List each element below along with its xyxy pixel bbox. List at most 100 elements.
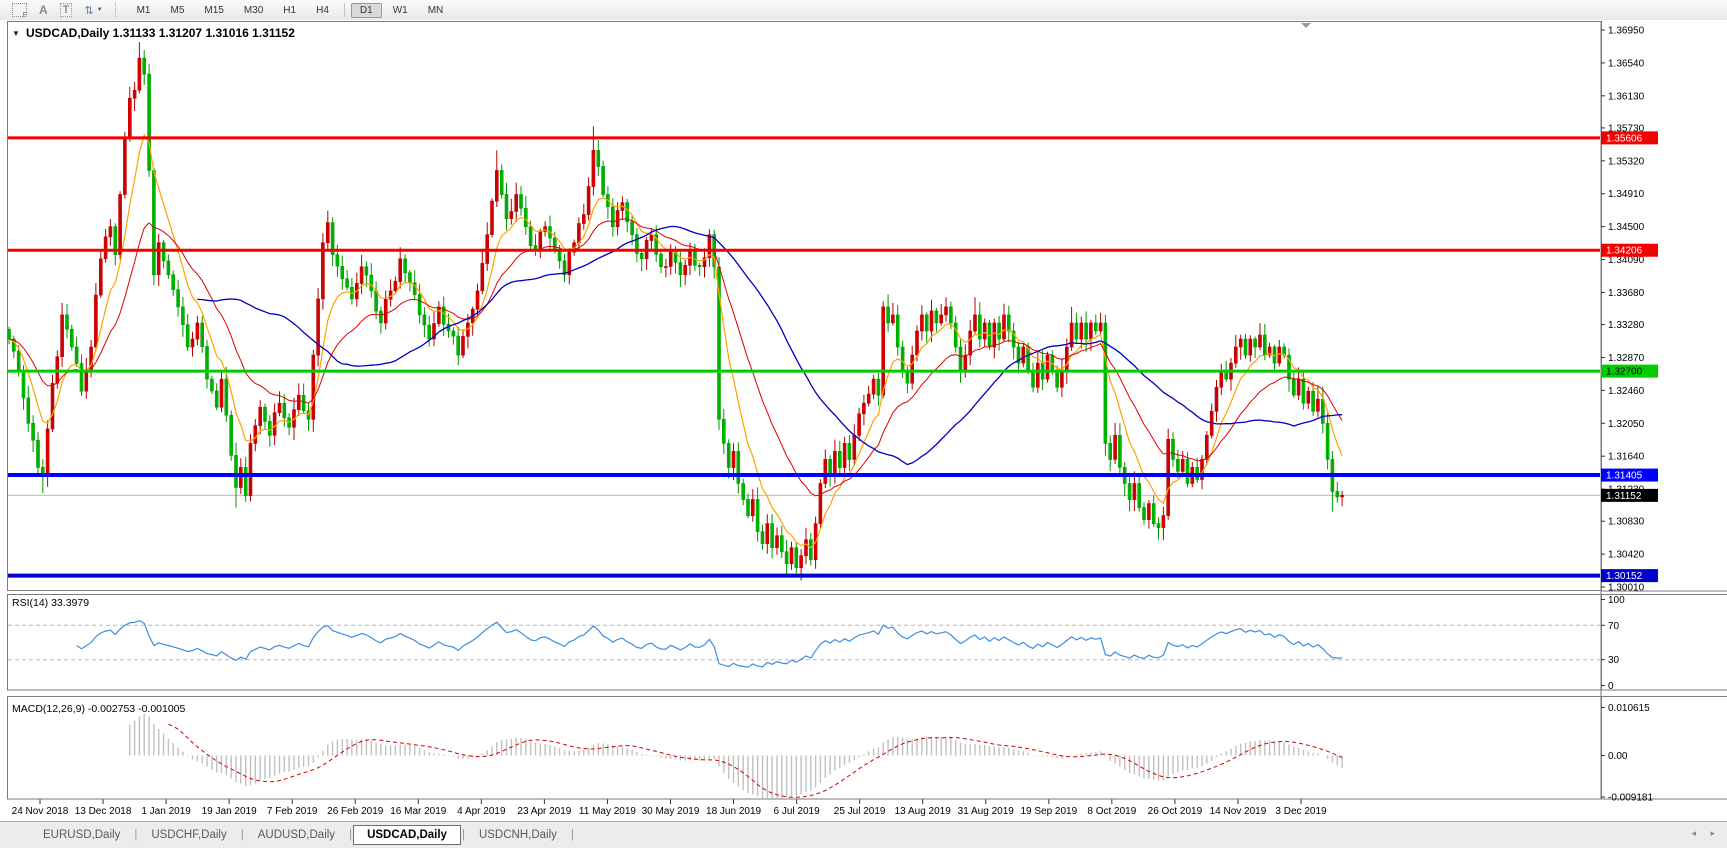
svg-text:1.31405: 1.31405: [1606, 471, 1643, 482]
price-plate-1.31405: 1.31405: [1601, 468, 1658, 482]
price-plate-1.34206: 1.34206: [1601, 243, 1658, 257]
svg-text:1.30152: 1.30152: [1606, 571, 1643, 582]
timeframe-button-group: M1 M5 M15 M30 H1 H4 D1 W1 MN: [127, 2, 454, 18]
rsi-axis-label: 0: [1608, 681, 1614, 692]
rsi-label: RSI(14) 33.3979: [12, 597, 89, 609]
cycle-arrows-icon: ⇅: [84, 4, 94, 17]
macd-axis-label: 0.010615: [1608, 703, 1650, 714]
timeframe-group-separator: [343, 3, 345, 17]
main-pane-border: [7, 21, 1602, 591]
date-tick-label: 16 Mar 2019: [390, 806, 447, 817]
date-tick-label: 3 Dec 2019: [1275, 806, 1327, 817]
timeframe-button-h1[interactable]: H1: [274, 3, 305, 18]
tab-audusd[interactable]: AUDUSD,Daily: [245, 826, 348, 844]
letter-t-icon[interactable]: T: [59, 3, 73, 17]
price-tick-label: 1.30830: [1608, 517, 1645, 528]
macd-pane-border: [7, 696, 1602, 800]
rsi-axis-label: 70: [1608, 621, 1620, 632]
svg-text:1.35606: 1.35606: [1606, 133, 1643, 144]
date-tick-label: 13 Dec 2018: [75, 806, 132, 817]
date-tick-label: 7 Feb 2019: [267, 806, 318, 817]
date-tick-label: 19 Jan 2019: [202, 806, 257, 817]
price-tick-label: 1.36540: [1608, 58, 1645, 69]
svg-text:1.32700: 1.32700: [1606, 367, 1643, 378]
rsi-line: [76, 619, 1343, 668]
date-tick-label: 6 Jul 2019: [774, 806, 821, 817]
chart-window[interactable]: ▼ USDCAD,Daily 1.31133 1.31207 1.31016 1.…: [0, 20, 1727, 821]
price-tick-label: 1.34500: [1608, 222, 1645, 233]
scroll-position-marker-icon: [1301, 23, 1311, 28]
tab-scroll-arrows[interactable]: ◂ ▸: [1691, 828, 1721, 839]
price-plate-1.30152: 1.30152: [1601, 569, 1658, 583]
rsi-axis-label: 30: [1608, 655, 1620, 666]
price-tick-label: 1.33680: [1608, 288, 1645, 299]
tab-usdcnh[interactable]: USDCNH,Daily: [466, 826, 570, 844]
ma-slow-line: [197, 225, 1343, 466]
rsi-axis-label: 100: [1608, 595, 1625, 606]
date-tick-label: 1 Jan 2019: [141, 806, 191, 817]
price-tick-label: 1.31640: [1608, 452, 1645, 463]
cycle-arrows-button[interactable]: ⇅ ▼: [84, 4, 102, 17]
chart-tab-bar: EURUSD,Daily | USDCHF,Daily | AUDUSD,Daily | U…: [0, 821, 1727, 848]
dropdown-caret-icon: ▼: [96, 7, 103, 13]
price-axis[interactable]: 1.369501.365401.361301.357301.353201.349…: [1601, 26, 1658, 594]
tab-usdcad[interactable]: USDCAD,Daily: [353, 825, 461, 845]
date-tick-label: 31 Aug 2019: [958, 806, 1015, 817]
price-plate-1.32700: 1.32700: [1601, 364, 1658, 378]
timeframe-button-mn[interactable]: MN: [419, 3, 453, 18]
price-tick-label: 1.33280: [1608, 320, 1645, 331]
macd-axis-label: -0.009181: [1608, 793, 1653, 804]
date-tick-label: 24 Nov 2018: [12, 806, 69, 817]
timeframe-button-m1[interactable]: M1: [128, 3, 160, 18]
price-tick-label: 1.30420: [1608, 550, 1645, 561]
price-plate-1.35606: 1.35606: [1601, 131, 1658, 145]
timeframe-button-h4[interactable]: H4: [307, 3, 338, 18]
tab-eurusd[interactable]: EURUSD,Daily: [30, 826, 133, 844]
macd-label: MACD(12,26,9) -0.002753 -0.001005: [12, 703, 186, 715]
timeframe-button-m30[interactable]: M30: [235, 3, 272, 18]
price-tick-label: 1.36130: [1608, 91, 1645, 102]
date-tick-label: 19 Sep 2019: [1020, 806, 1077, 817]
rsi-pane[interactable]: RSI(14) 33.3979 100 70 30 0: [8, 595, 1625, 692]
chart-title: ▼ USDCAD,Daily 1.31133 1.31207 1.31016 1.…: [12, 26, 295, 40]
symbol-dropdown-icon[interactable]: ▼: [12, 29, 20, 38]
current-price-plate: 1.31152: [1601, 488, 1658, 502]
price-tick-label: 1.30010: [1608, 583, 1645, 594]
date-tick-label: 4 Apr 2019: [457, 806, 506, 817]
timeframe-button-d1[interactable]: D1: [350, 2, 382, 18]
price-tick-label: 1.32870: [1608, 353, 1645, 364]
top-toolbar: F A T ⇅ ▼ M1 M5 M15 M30 H1 H4 D1 W1 MN: [0, 0, 1727, 21]
timeframe-button-w1[interactable]: W1: [384, 3, 417, 18]
toolbar-separator: [114, 3, 121, 17]
price-tick-label: 1.34910: [1608, 189, 1645, 200]
date-tick-label: 25 Jul 2019: [834, 806, 886, 817]
timeframe-button-m15[interactable]: M15: [195, 3, 232, 18]
date-tick-label: 13 Aug 2019: [895, 806, 952, 817]
main-pane[interactable]: [8, 42, 1602, 581]
date-axis[interactable]: 24 Nov 2018 13 Dec 2018 1 Jan 2019 19 Jan 2…: [12, 799, 1327, 818]
date-tick-label: 26 Feb 2019: [327, 806, 384, 817]
date-tick-label: 18 Jun 2019: [706, 806, 761, 817]
period-separators-icon[interactable]: F: [12, 3, 27, 19]
tab-separator: |: [570, 829, 574, 841]
date-tick-label: 30 May 2019: [642, 806, 700, 817]
candlesticks: [8, 42, 1344, 581]
date-tick-label: 23 Apr 2019: [517, 806, 571, 817]
rsi-pane-border: [7, 594, 1602, 691]
symbol-ohlc-title: USDCAD,Daily 1.31133 1.31207 1.31016 1.3…: [26, 26, 295, 40]
date-tick-label: 14 Nov 2019: [1210, 806, 1267, 817]
date-tick-label: 8 Oct 2019: [1087, 806, 1136, 817]
date-tick-label: 11 May 2019: [579, 806, 637, 817]
price-tick-label: 1.32460: [1608, 386, 1645, 397]
macd-histogram: [129, 713, 1343, 798]
macd-pane[interactable]: MACD(12,26,9) -0.002753 -0.001005 0.01061…: [12, 703, 1653, 804]
macd-signal-line: [168, 723, 1343, 798]
tab-usdchf[interactable]: USDCHF,Daily: [138, 826, 239, 844]
macd-axis-label: 0.00: [1608, 751, 1628, 762]
price-tick-label: 1.35320: [1608, 156, 1645, 167]
svg-text:1.34206: 1.34206: [1606, 246, 1643, 257]
letter-a-icon[interactable]: A: [39, 3, 48, 17]
timeframe-button-m5[interactable]: M5: [161, 3, 193, 18]
date-tick-label: 26 Oct 2019: [1148, 806, 1203, 817]
price-tick-label: 1.32050: [1608, 419, 1645, 430]
